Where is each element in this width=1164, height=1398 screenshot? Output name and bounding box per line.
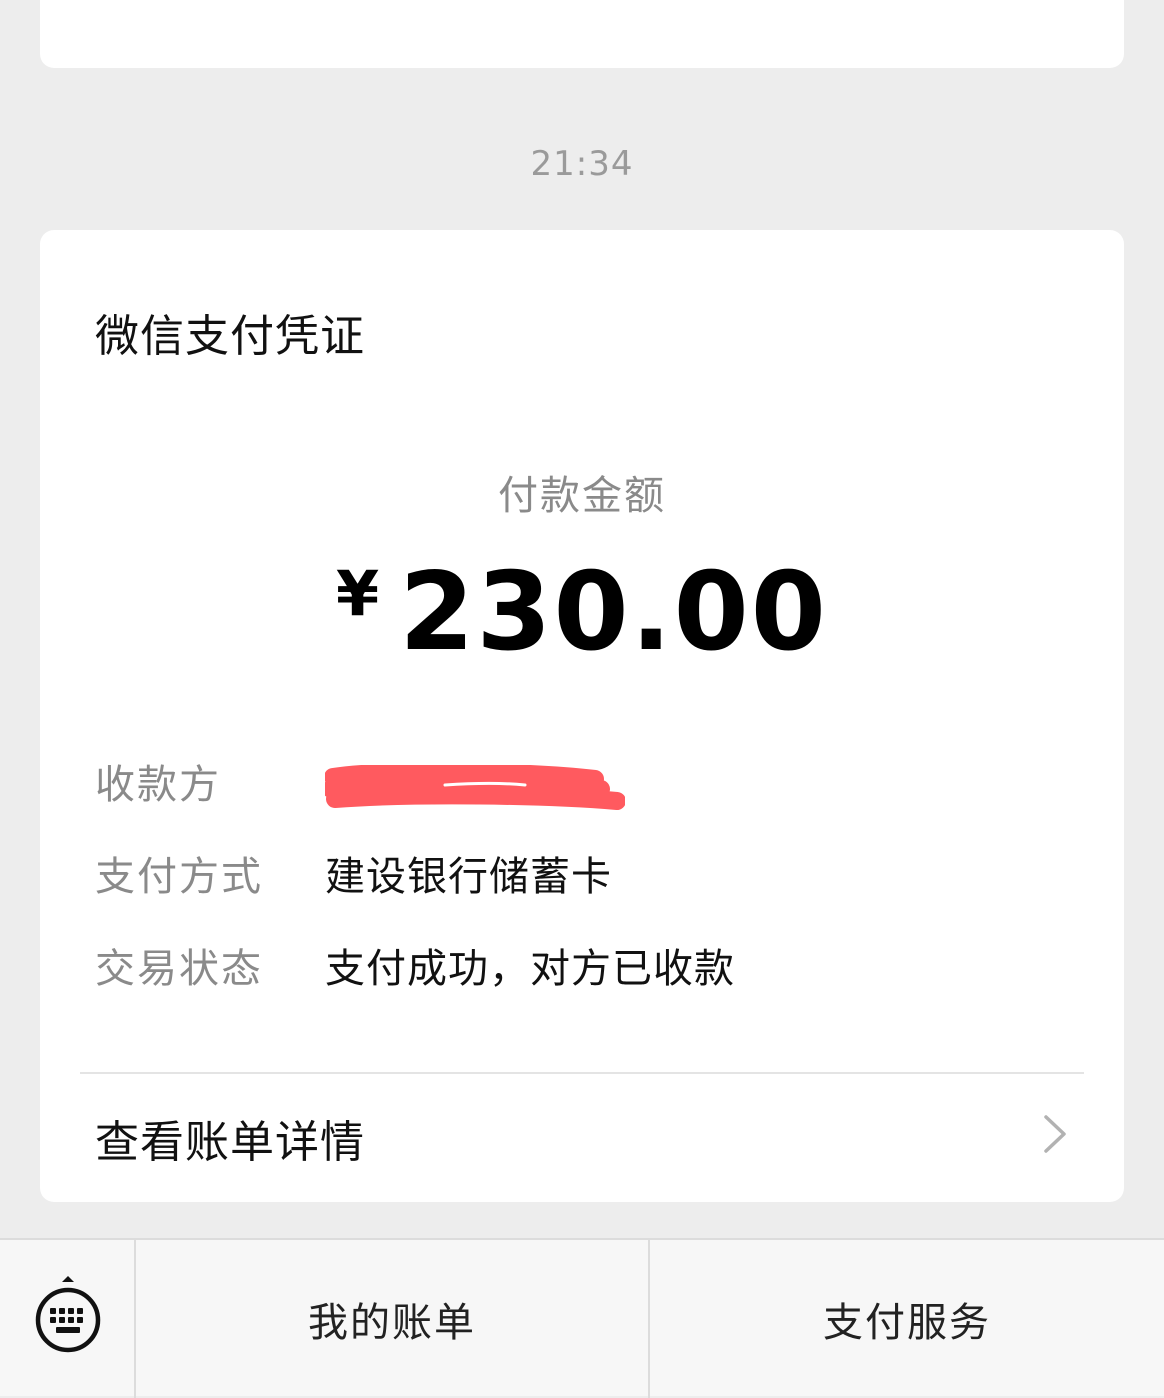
- transaction-status-label: 交易状态: [95, 946, 263, 992]
- view-bill-details-label: 查看账单详情: [95, 1117, 365, 1168]
- my-bills-button[interactable]: 我的账单: [136, 1240, 650, 1398]
- payment-services-button[interactable]: 支付服务: [650, 1240, 1164, 1398]
- redaction-scribble: [325, 765, 625, 810]
- payment-method-label: 支付方式: [95, 854, 263, 900]
- bottom-menu-bar: 我的账单 支付服务: [0, 1238, 1164, 1398]
- keyboard-icon: [35, 1276, 101, 1353]
- view-bill-details-link[interactable]: 查看账单详情: [40, 1074, 1124, 1202]
- amount-value: 230.00: [399, 550, 828, 675]
- keyboard-toggle-button[interactable]: [0, 1240, 136, 1398]
- payment-voucher-card: 微信支付凭证 付款金额 ¥230.00 收款方 支付方式 建设银行储蓄卡 交易状…: [40, 230, 1124, 1202]
- card-title: 微信支付凭证: [95, 311, 365, 362]
- amount-label: 付款金额: [498, 473, 666, 519]
- currency-symbol: ¥: [336, 557, 380, 630]
- previous-message-card: [40, 0, 1124, 68]
- payment-method-value: 建设银行储蓄卡: [325, 854, 612, 900]
- payee-label: 收款方: [95, 762, 221, 808]
- chevron-right-icon: [1044, 1115, 1066, 1153]
- message-timestamp: 21:34: [530, 144, 634, 184]
- transaction-status-value: 支付成功，对方已收款: [325, 946, 735, 992]
- payment-amount: ¥230.00: [40, 550, 1124, 675]
